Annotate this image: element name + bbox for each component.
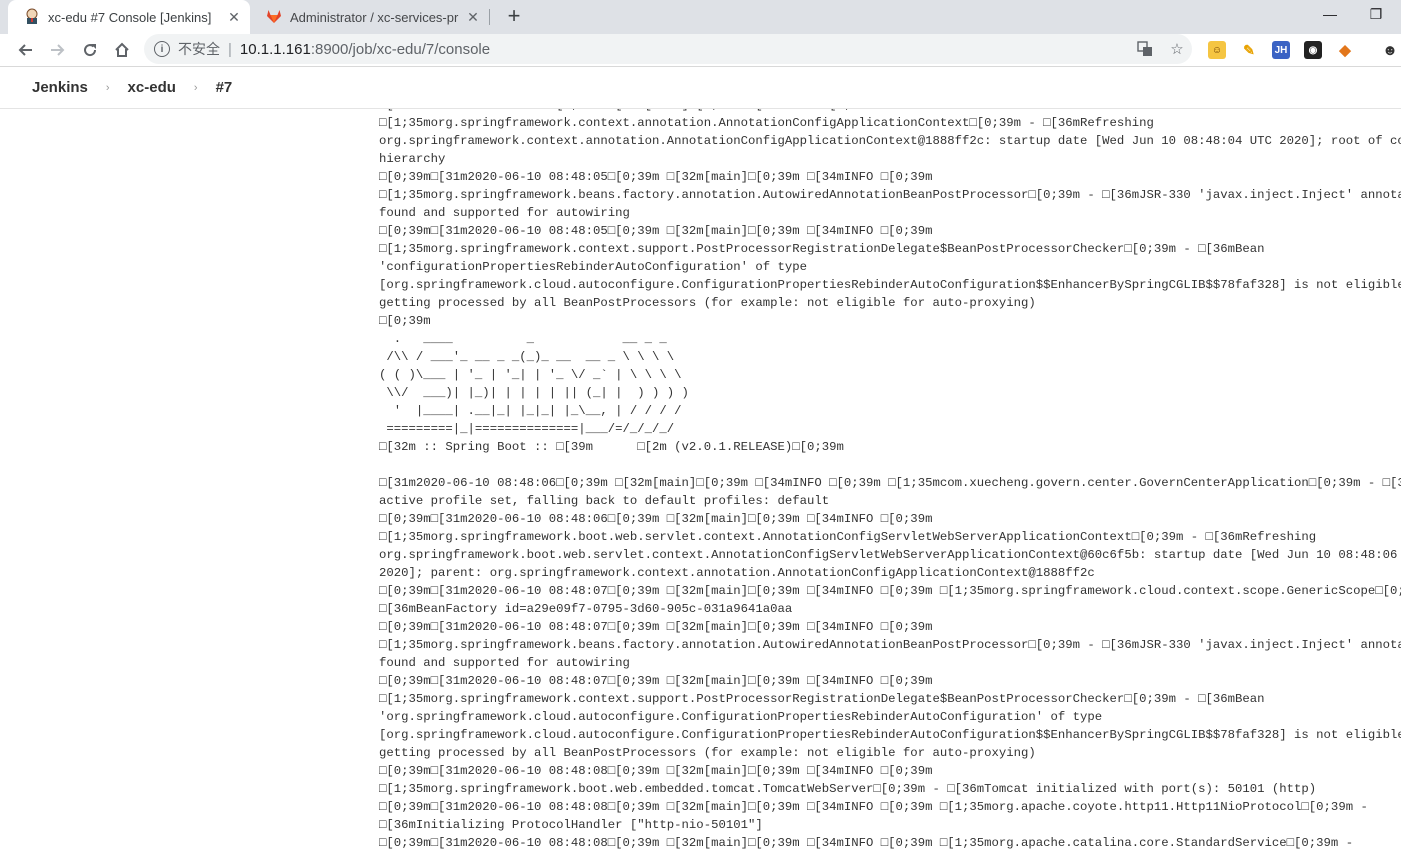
breadcrumb: Jenkins › xc-edu › #7 [0, 67, 1401, 109]
metamask-fox-icon[interactable]: ◆ [1336, 41, 1354, 59]
console-line: /\\ / ___'_ __ _ _(_)_ __ __ _ \ \ \ \ [379, 350, 675, 364]
chevron-right-icon: › [105, 81, 110, 94]
console-line: □[32m :: Spring Boot :: □[39m □[2m (v2.0… [379, 440, 844, 454]
gitlab-fox-icon [266, 8, 282, 27]
console-line: □[36mInitializing ProtocolHandler ["http… [379, 818, 763, 832]
console-line: □[0;39m□[31m2020-06-10 08:48:05□[0;39m □… [379, 224, 933, 238]
console-line: □[31m2020-06-10 08:48:06□[0;39m □[32m[ma… [379, 476, 1401, 490]
console-line: □[1;35morg.springframework.beans.factory… [379, 188, 1401, 202]
bookmark-star-icon[interactable]: ☆ [1167, 39, 1187, 59]
tab-title: xc-edu #7 Console [Jenkins] [48, 9, 212, 25]
user-avatar-ext-icon[interactable]: ☺ [1208, 41, 1226, 59]
console-line: found and supported for autowiring [379, 206, 630, 220]
jenkins-butler-icon [24, 8, 40, 27]
console-line: □[0;39m□[31m2020-06-10 08:48:08□[0;39m □… [379, 836, 1354, 850]
tab-title: Administrator / xc-services-pr [290, 9, 459, 25]
reload-icon[interactable] [77, 37, 103, 63]
console-line: □[0;39m□[31m2020-06-10 08:48:08□[0;39m □… [379, 764, 933, 778]
console-line: 2020]; parent: org.springframework.conte… [379, 566, 1095, 580]
console-line: □[0;39m□[31m2020-06-10 08:48:06□[0;39m □… [379, 512, 933, 526]
console-line: □[36mBeanFactory id=a29e09f7-0795-3d60-9… [379, 602, 793, 616]
translate-icon[interactable] [1135, 39, 1155, 59]
console-line: □[0;39m□[31m2020-06-10 08:48:07□[0;39m □… [379, 584, 1401, 598]
brush-ext-icon[interactable]: ✎ [1240, 41, 1258, 59]
console-line: 'org.springframework.cloud.autoconfigure… [379, 710, 1103, 724]
console-line: active profile set, falling back to defa… [379, 494, 830, 508]
url-divider: | [228, 40, 232, 58]
tab-strip: xc-edu #7 Console [Jenkins] ✕ Administra… [0, 0, 1401, 34]
breadcrumb-job[interactable]: xc-edu [120, 79, 184, 96]
console-line: [org.springframework.cloud.autoconfigure… [379, 278, 1401, 292]
console-line: □[1;35morg.springframework.context.annot… [379, 116, 1154, 130]
address-bar[interactable]: i 不安全 | 10.1.1.161:8900/job/xc-edu/7/con… [144, 34, 1192, 64]
profile-avatar-icon[interactable]: ☻ [1381, 41, 1399, 59]
new-tab-button[interactable]: + [500, 2, 528, 30]
home-icon[interactable] [109, 37, 135, 63]
console-line: hierarchy [379, 152, 446, 166]
console-line: ' |____| .__|_| |_|_| |_\__, | / / / / [379, 404, 682, 418]
console-line: org.springframework.boot.web.servlet.con… [379, 548, 1401, 562]
console-line: □[1;35morg.springframework.context.suppo… [379, 692, 1265, 706]
console-line: \\/ ___)| |_)| | | | | || (_| | ) ) ) ) [379, 386, 689, 400]
not-secure-label: 不安全 [178, 41, 220, 57]
console-line: found and supported for autowiring [379, 656, 630, 670]
ghost-ext-icon[interactable]: ◉ [1304, 41, 1322, 59]
close-tab-icon[interactable]: ✕ [224, 7, 244, 27]
console-line: □[1;35morg.springframework.boot.web.embe… [379, 782, 1317, 796]
console-line: getting processed by all BeanPostProcess… [379, 746, 1036, 760]
console-line: □[0;39m□[31m2020-06-10 08:48:07□[0;39m □… [379, 620, 933, 634]
url-path: :8900/job/xc-edu/7/console [310, 40, 491, 58]
console-line: □[0;39m□[31m2020-06-10 08:48:05□[0;39m □… [379, 170, 933, 184]
console-line: getting processed by all BeanPostProcess… [379, 296, 1036, 310]
forward-arrow-icon[interactable] [45, 37, 71, 63]
url-host: 10.1.1.161 [239, 40, 311, 58]
console-line: 'configurationPropertiesRebinderAutoConf… [379, 260, 808, 274]
back-arrow-icon[interactable] [12, 37, 38, 63]
console-output: □[0m2020-06-10 08:48:04□[0;39m □[32m[mai… [379, 96, 1401, 852]
console-line: □[0;39m□[31m2020-06-10 08:48:07□[0;39m □… [379, 674, 933, 688]
browser-toolbar: i 不安全 | 10.1.1.161:8900/job/xc-edu/7/con… [0, 34, 1401, 67]
console-line: □[0;39m [379, 314, 431, 328]
console-line: org.springframework.context.annotation.A… [379, 134, 1401, 148]
console-line: [org.springframework.cloud.autoconfigure… [379, 728, 1401, 742]
console-line: □[1;35morg.springframework.boot.web.serv… [379, 530, 1317, 544]
console-line: =========|_|==============|___/=/_/_/_/ [379, 422, 675, 436]
close-tab-icon[interactable]: ✕ [463, 7, 483, 27]
tab-separator [489, 9, 490, 25]
console-line: . ____ _ __ _ _ [379, 332, 667, 346]
info-icon[interactable]: i [154, 41, 170, 57]
breadcrumb-jenkins[interactable]: Jenkins [24, 79, 96, 96]
jh-ext-icon[interactable]: JH [1272, 41, 1290, 59]
restore-icon[interactable]: ❐ [1353, 0, 1399, 28]
chevron-right-icon: › [193, 81, 198, 94]
console-line: □[0;39m□[31m2020-06-10 08:48:08□[0;39m □… [379, 800, 1368, 814]
minimize-icon[interactable]: — [1307, 0, 1353, 28]
console-line: □[1;35morg.springframework.beans.factory… [379, 638, 1401, 652]
console-line: ( ( )\___ | '_ | '_| | '_ \/ _` | \ \ \ … [379, 368, 682, 382]
tab-gitlab[interactable]: Administrator / xc-services-pr ✕ [254, 0, 489, 34]
console-line: □[1;35morg.springframework.context.suppo… [379, 242, 1265, 256]
breadcrumb-build[interactable]: #7 [208, 79, 241, 96]
tab-jenkins-console[interactable]: xc-edu #7 Console [Jenkins] ✕ [8, 0, 250, 34]
